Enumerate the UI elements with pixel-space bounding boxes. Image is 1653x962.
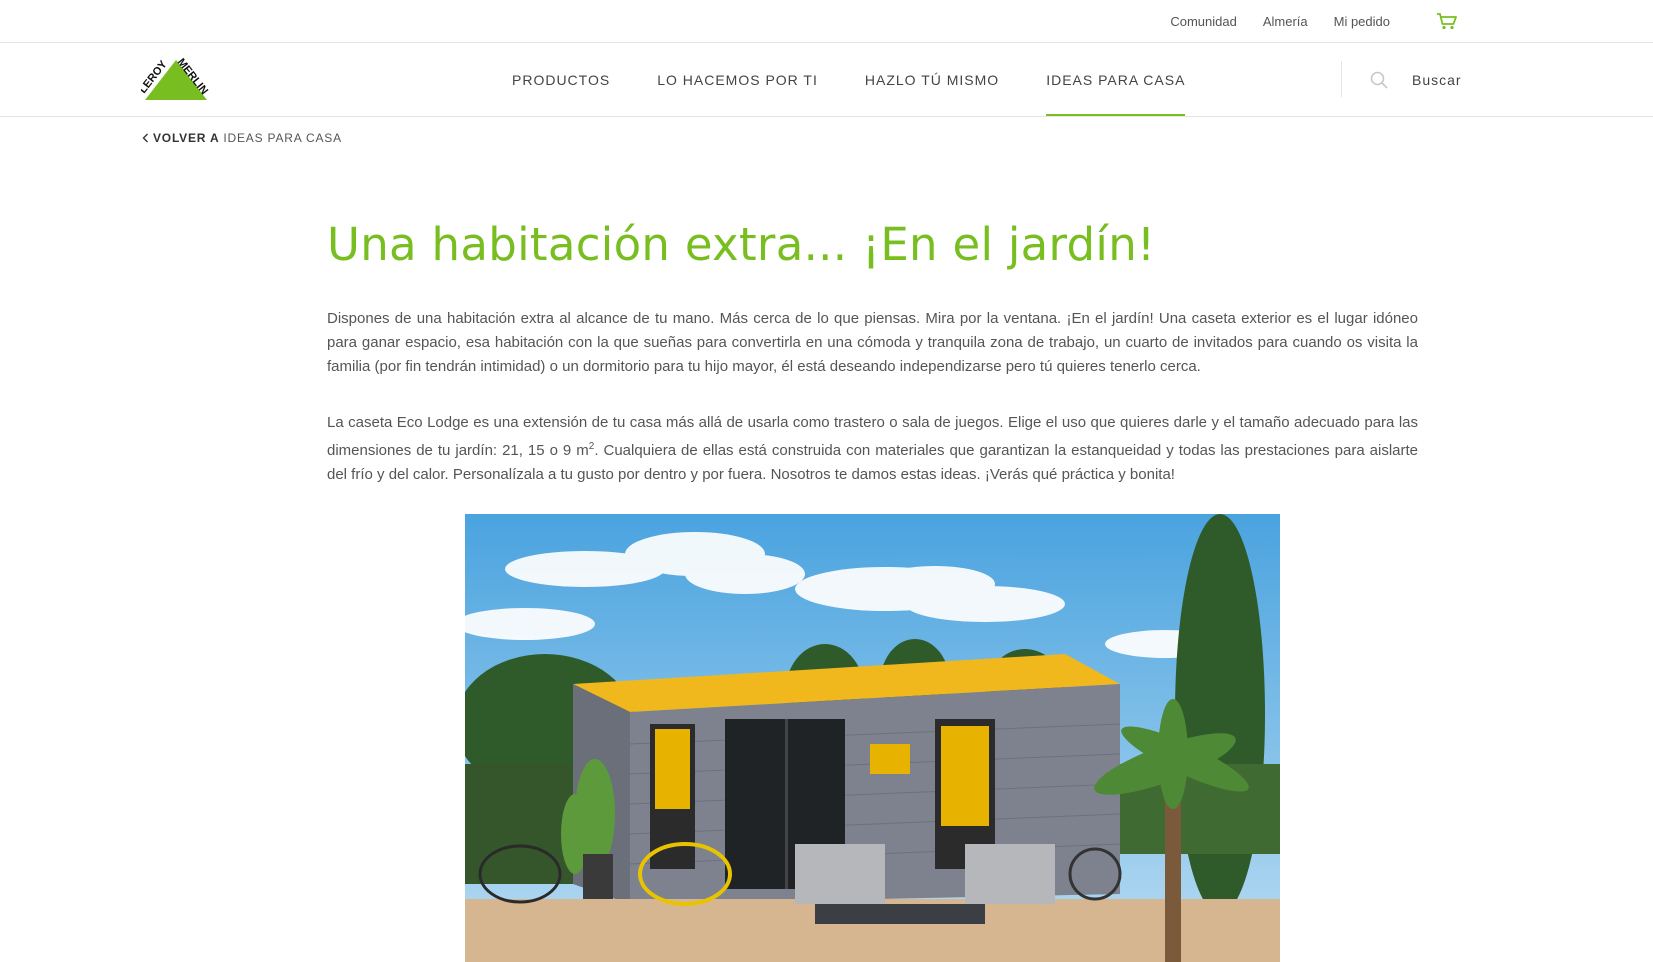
article-paragraph-2: La caseta Eco Lodge es una extensión de … [327,411,1418,487]
back-target-label: IDEAS PARA CASA [223,131,342,145]
chevron-left-icon [142,133,148,143]
leroy-merlin-logo[interactable]: LEROY MERLIN [141,56,211,106]
back-link[interactable]: VOLVER A IDEAS PARA CASA [142,131,342,145]
search-label: Buscar [1412,71,1462,88]
cart-icon[interactable] [1436,12,1458,30]
article-paragraph-1: Dispones de una habitación extra al alca… [327,310,1418,375]
top-bar: Comunidad Almería Mi pedido [0,0,1653,43]
top-link-almeria[interactable]: Almería [1263,14,1308,29]
nav-divider [1341,61,1342,97]
main-nav: PRODUCTOS LO HACEMOS POR TI HAZLO TÚ MIS… [512,43,1232,116]
top-link-comunidad[interactable]: Comunidad [1170,14,1237,29]
top-links: Comunidad Almería Mi pedido [1170,0,1458,42]
main-header: LEROY MERLIN PRODUCTOS LO HACEMOS POR TI… [0,43,1653,117]
search-button[interactable]: Buscar [1370,43,1462,116]
search-icon [1370,71,1388,89]
nav-hazlo-tu-mismo[interactable]: HAZLO TÚ MISMO [865,43,999,116]
nav-lo-hacemos-por-ti[interactable]: LO HACEMOS POR TI [657,43,818,116]
top-link-mi-pedido[interactable]: Mi pedido [1334,14,1390,29]
nav-productos[interactable]: PRODUCTOS [512,43,610,116]
back-label: VOLVER A [153,131,220,145]
page-title: Una habitación extra... ¡En el jardín! [327,218,1156,271]
nav-ideas-para-casa[interactable]: IDEAS PARA CASA [1046,43,1186,116]
hero-image-garden-cabin [465,514,1280,962]
